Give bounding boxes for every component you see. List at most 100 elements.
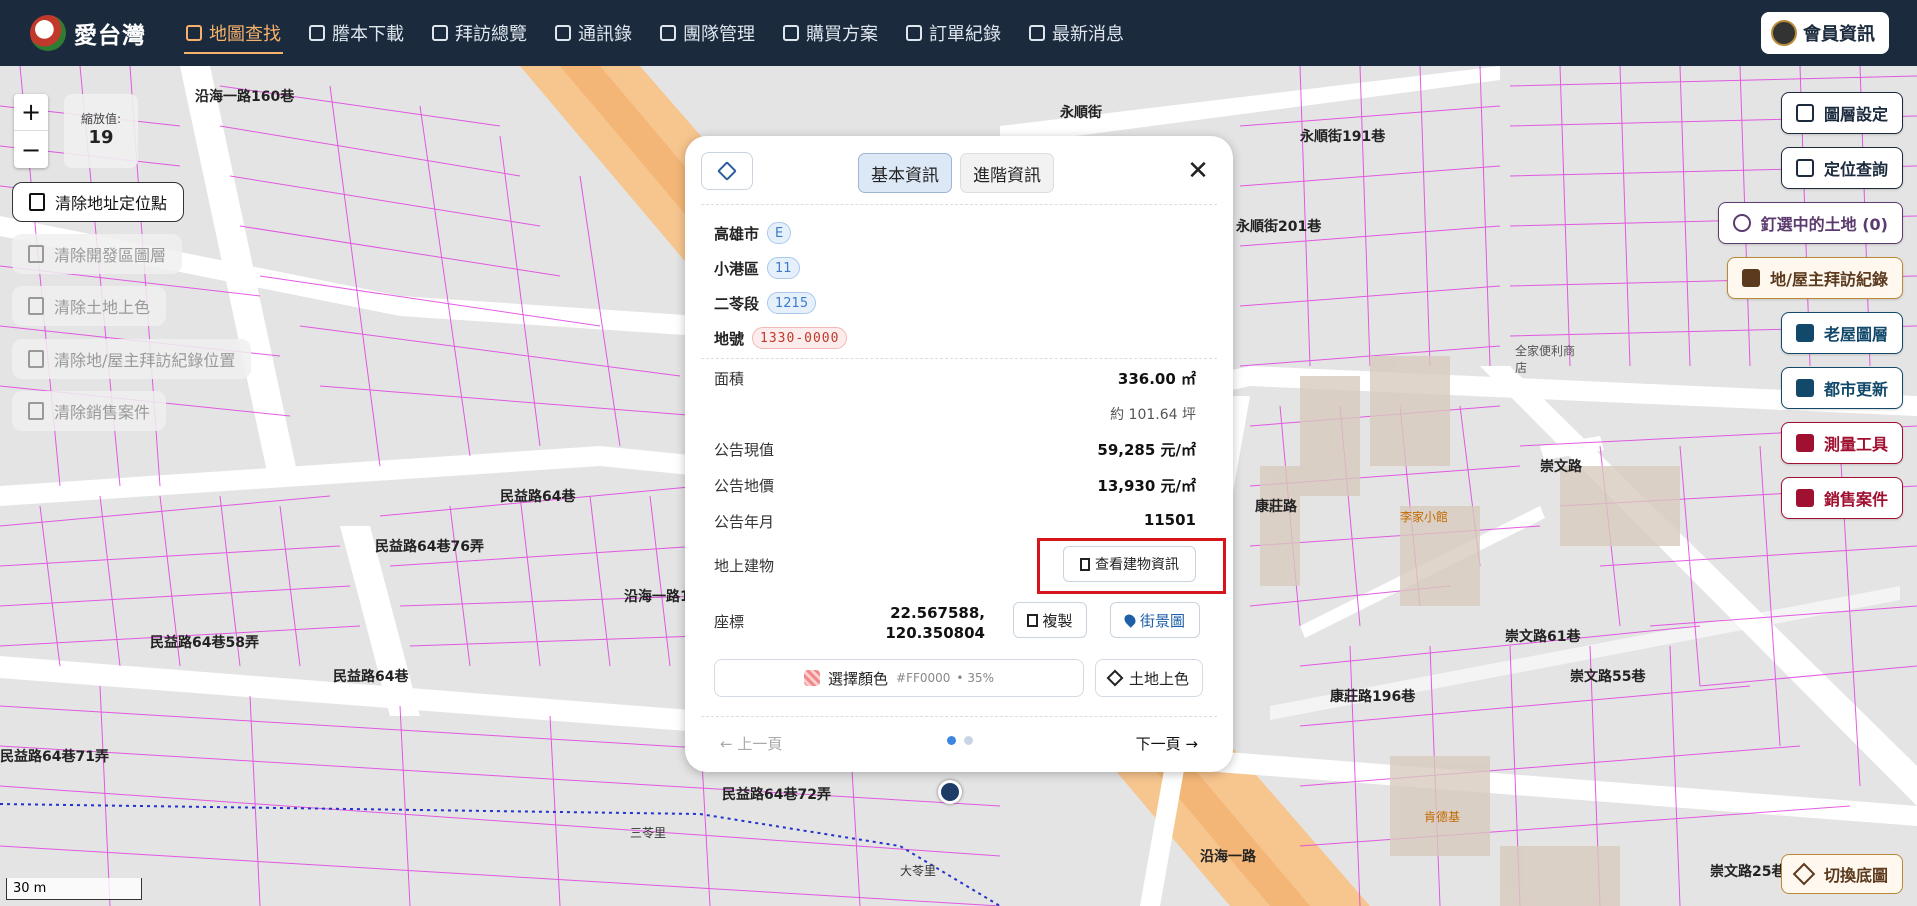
button-label: 銷售案件 — [1823, 490, 1888, 509]
road-label: 崇文路25巷 — [1710, 864, 1786, 880]
clipboard-icon — [1027, 613, 1039, 627]
app-logo[interactable]: 愛台灣 — [30, 15, 146, 51]
nav-label: 團隊管理 — [683, 24, 755, 45]
road-label: 民益路64巷 — [333, 669, 409, 685]
button-label: 測量工具 — [1823, 435, 1888, 454]
road-label: 沿海一路 — [1200, 849, 1256, 865]
paint-bucket-icon — [1106, 669, 1124, 687]
measure-tool-button[interactable]: 測量工具 — [1780, 422, 1903, 464]
longitude: 120.350804 — [885, 624, 985, 642]
location-marker[interactable] — [938, 780, 962, 804]
lot-label: 地號 — [714, 329, 745, 348]
page-dot[interactable] — [964, 736, 973, 745]
button-label: 土地上色 — [1128, 669, 1189, 688]
nav-visit-overview[interactable]: 拜訪總覽 — [418, 0, 541, 66]
page-dots — [947, 736, 973, 745]
nav-transcript-download[interactable]: 謄本下載 — [295, 0, 418, 66]
coords-label: 座標 — [714, 613, 745, 631]
paint-land-button[interactable]: 土地上色 — [1095, 659, 1203, 697]
zoom-control: + − — [14, 94, 48, 168]
road-label: 崇文路55巷 — [1570, 669, 1646, 685]
ruler-icon — [1795, 434, 1814, 452]
road-label: 民益路64巷72弄 — [722, 787, 831, 803]
zoom-level-display: 縮放值: 19 — [64, 94, 138, 168]
member-info-button[interactable]: 會員資訊 — [1761, 12, 1889, 54]
road-label: 康莊路 — [1255, 499, 1297, 515]
area-row: 面積 336.00 ㎡ — [714, 368, 1196, 389]
layer-settings-button[interactable]: 圖層設定 — [1780, 92, 1903, 134]
area-label: 大苓里 — [900, 864, 937, 878]
clear-address-pin-button[interactable]: 清除地址定位點 — [12, 182, 185, 222]
road-label: 康莊路196巷 — [1330, 689, 1416, 705]
button-label: 清除土地上色 — [54, 298, 151, 317]
pin-land-button[interactable] — [701, 152, 753, 190]
member-info-label: 會員資訊 — [1803, 24, 1875, 45]
tab-advanced-info[interactable]: 進階資訊 — [960, 153, 1054, 193]
pinned-land-button[interactable]: 釘選中的土地 (0) — [1717, 202, 1903, 244]
news-icon — [1029, 25, 1045, 41]
clear-sales-cases-button[interactable]: 清除銷售案件 — [12, 391, 167, 431]
owner-visit-records-button[interactable]: 地/屋主拜訪紀錄 — [1727, 257, 1903, 299]
road-label: 民益路64巷71弄 — [0, 749, 109, 765]
button-label: 定位查詢 — [1823, 160, 1888, 179]
clear-land-color-button[interactable]: 清除土地上色 — [12, 286, 167, 326]
next-page-button[interactable]: 下一頁 → — [1136, 733, 1198, 754]
clear-visit-record-positions-button[interactable]: 清除地/屋主拜訪紀錄位置 — [12, 339, 252, 379]
nav-map-search[interactable]: 地圖查找 — [172, 0, 295, 66]
nav-order-records[interactable]: 訂單紀錄 — [892, 0, 1015, 66]
zoom-out-button[interactable]: − — [14, 131, 48, 168]
old-house-layer-button[interactable]: 老屋圖層 — [1780, 312, 1903, 354]
road-label: 崇文路61巷 — [1505, 629, 1581, 645]
coords-value: 22.567588, 120.350804 — [875, 603, 985, 643]
nav-label: 最新消息 — [1052, 24, 1124, 45]
street-view-button[interactable]: 街景圖 — [1110, 602, 1200, 638]
nav-label: 拜訪總覽 — [455, 24, 527, 45]
zoom-in-button[interactable]: + — [14, 94, 48, 131]
nav-team-management[interactable]: 團隊管理 — [646, 0, 769, 66]
app-name: 愛台灣 — [74, 23, 146, 49]
announce-year-value: 11501 — [1143, 511, 1196, 529]
nav-label: 訂單紀錄 — [929, 24, 1001, 45]
location-pin-icon — [1122, 612, 1138, 628]
road-label: 民益路64巷76弄 — [375, 539, 484, 555]
button-label: 切換底圖 — [1823, 866, 1888, 885]
avatar — [1771, 20, 1797, 46]
color-select[interactable]: 選擇顏色 #FF0000 • 35% — [714, 659, 1084, 697]
divider — [701, 204, 1217, 205]
road-label: 永順街191巷 — [1300, 129, 1386, 145]
land-info-card: 基本資訊 進階資訊 ✕ 高雄市 E 小港區 11 二苓段 1215 地號 1330-00… — [685, 136, 1233, 772]
urban-renewal-button[interactable]: 都市更新 — [1780, 367, 1903, 409]
button-label: 都市更新 — [1823, 380, 1888, 399]
switch-basemap-button[interactable]: 切換底圖 — [1780, 854, 1903, 894]
section-label: 二苓段 — [714, 294, 760, 313]
sliders-icon — [1795, 104, 1814, 122]
nav-contacts[interactable]: 通訊錄 — [541, 0, 646, 66]
receipt-icon — [906, 25, 922, 41]
road-label: 永順街201巷 — [1236, 219, 1322, 235]
close-icon[interactable]: ✕ — [1185, 156, 1211, 186]
location-search-button[interactable]: 定位查詢 — [1780, 147, 1903, 189]
page-dot[interactable] — [947, 736, 956, 745]
sales-cases-button[interactable]: 銷售案件 — [1780, 477, 1903, 519]
button-label: 清除地/屋主拜訪紀錄位置 — [54, 351, 236, 370]
nav-latest-news[interactable]: 最新消息 — [1015, 0, 1138, 66]
nav-label: 購買方案 — [806, 24, 878, 45]
prev-page-button[interactable]: ← 上一頁 — [720, 733, 782, 754]
person-pin-icon — [1732, 214, 1751, 232]
top-navbar: 愛台灣 地圖查找 謄本下載 拜訪總覽 通訊錄 團隊管理 購買方案 訂單紀錄 最新… — [0, 0, 1917, 66]
city-code-badge: E — [767, 222, 792, 244]
button-label: 清除銷售案件 — [54, 403, 151, 422]
lot-row: 地號 1330-0000 — [714, 327, 848, 349]
trash-icon — [28, 245, 44, 263]
info-tabs: 基本資訊 進階資訊 — [858, 153, 1054, 193]
area-value: 336.00 ㎡ — [1117, 370, 1196, 388]
button-label: 清除地址定位點 — [55, 194, 168, 213]
tab-basic-info[interactable]: 基本資訊 — [858, 153, 952, 193]
color-opacity: • 35% — [956, 671, 994, 685]
nav-purchase-plan[interactable]: 購買方案 — [769, 0, 892, 66]
button-label: 清除開發區圖層 — [54, 246, 167, 265]
clear-dev-zone-layer-button[interactable]: 清除開發區圖層 — [12, 234, 183, 274]
trash-icon — [29, 193, 45, 211]
copy-coords-button[interactable]: 複製 — [1013, 602, 1087, 638]
color-select-label: 選擇顏色 — [828, 669, 889, 688]
